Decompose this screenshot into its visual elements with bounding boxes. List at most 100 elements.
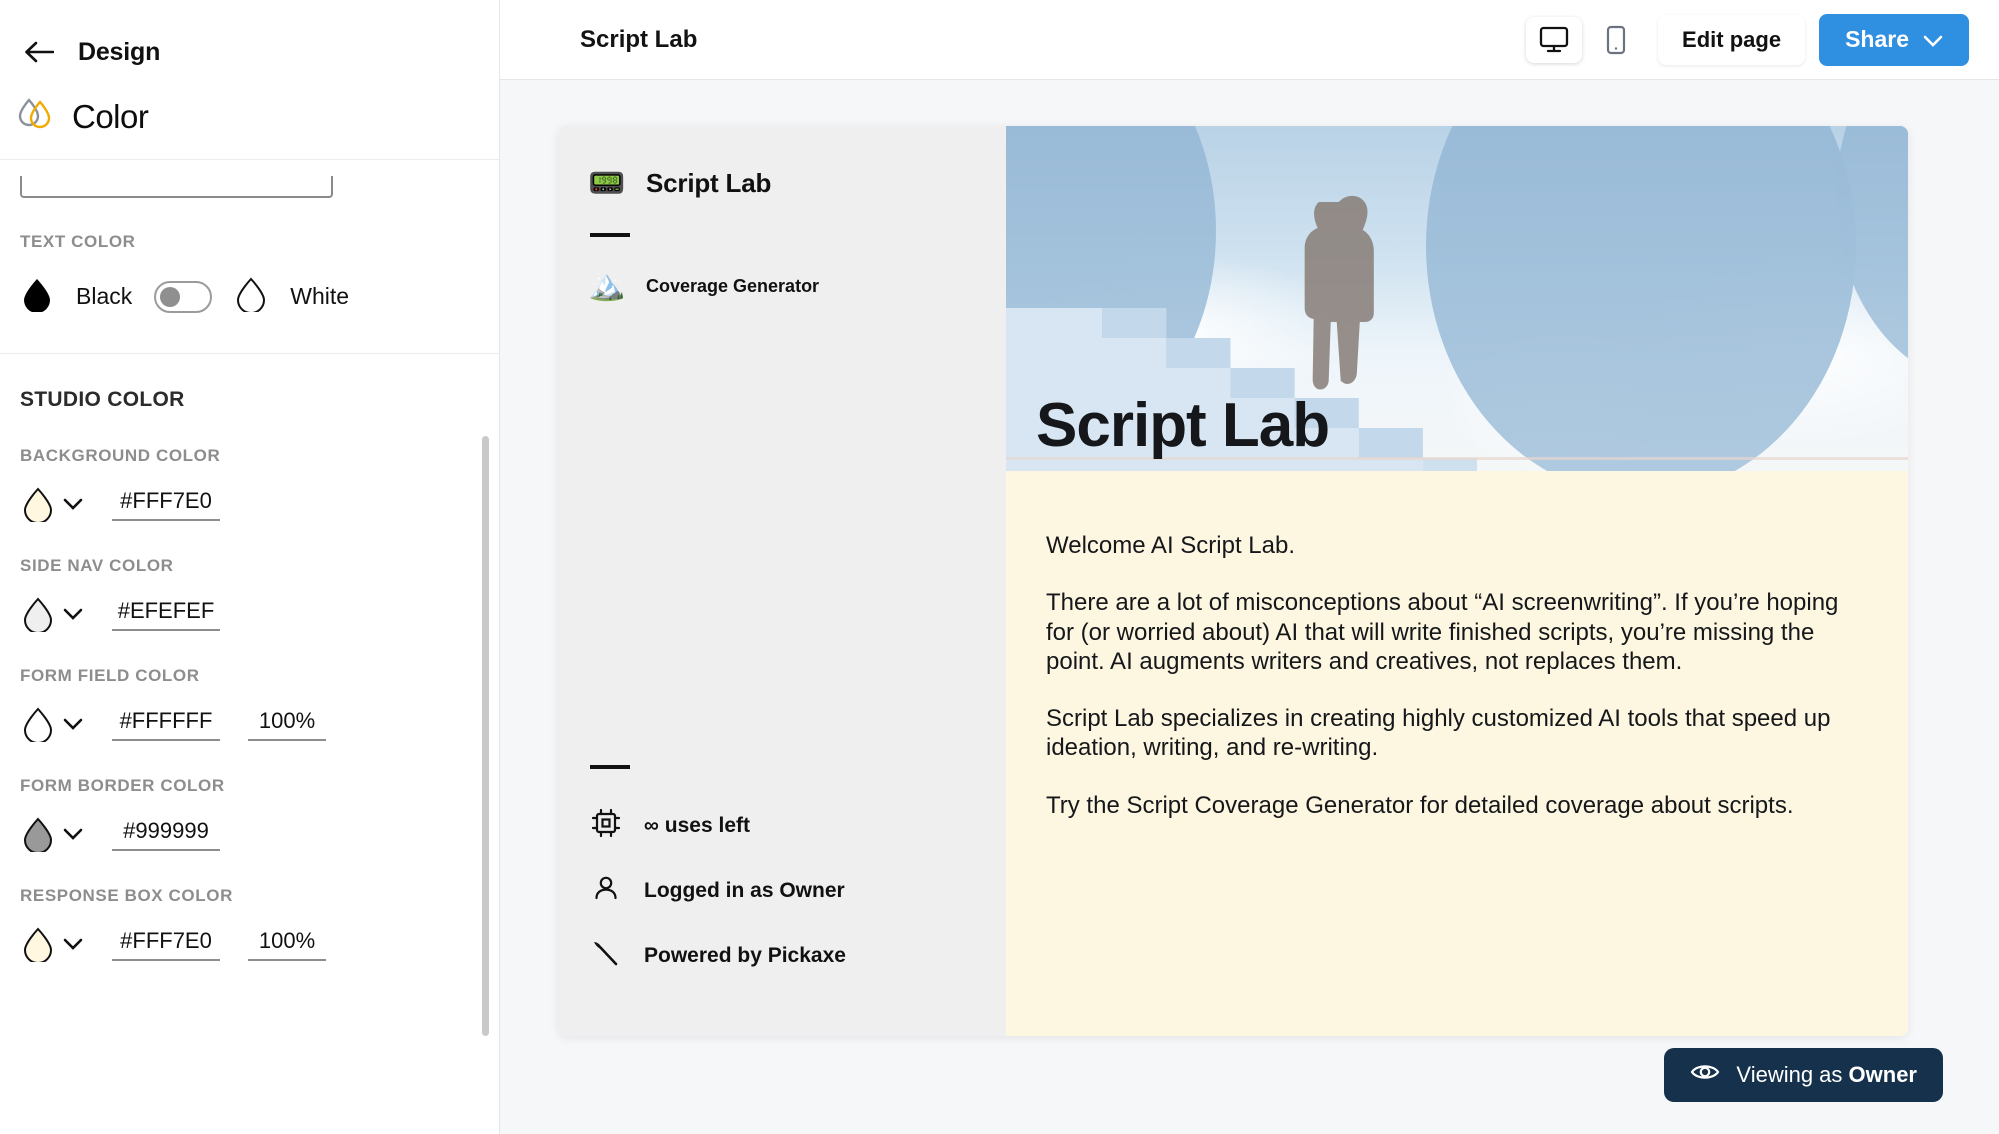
uses-chip-icon: [590, 807, 622, 844]
sidebar-item-coverage-generator[interactable]: 🏔️ Coverage Generator: [558, 261, 1006, 311]
sidebar-item-label: Script Lab: [646, 168, 771, 199]
field-label: FORM BORDER COLOR: [20, 776, 479, 796]
color-field-group: SIDE NAV COLOR #EFEFEF: [20, 556, 479, 632]
color-field-group: BACKGROUND COLOR #FFF7E0: [20, 446, 479, 522]
toggle-knob: [160, 287, 180, 307]
body-paragraph: Script Lab specializes in creating highl…: [1046, 704, 1852, 763]
opacity-input[interactable]: 100%: [248, 928, 326, 961]
body-paragraph: There are a lot of misconceptions about …: [1046, 588, 1852, 676]
viewing-as-text: Viewing as Owner: [1736, 1062, 1917, 1088]
studio-side-nav: 📟 Script Lab 🏔️ Coverage Generator: [558, 126, 1006, 1036]
pickaxe-icon: [590, 937, 622, 974]
eye-icon: [1690, 1061, 1720, 1089]
text-color-white-label: White: [290, 283, 349, 310]
panel-header: Design: [0, 0, 499, 80]
share-button[interactable]: Share: [1819, 14, 1969, 66]
header-divider: [0, 159, 499, 160]
nav-divider-rule: [590, 233, 630, 237]
viewing-as-role: Owner: [1849, 1062, 1917, 1087]
hero-banner: Script Lab: [1006, 126, 1908, 471]
app-title: Script Lab: [580, 26, 697, 54]
color-drops-logo-icon: [16, 96, 56, 137]
typewriter-icon: 📟: [588, 169, 626, 199]
logged-in-label: Logged in as Owner: [644, 879, 845, 903]
field-label: FORM FIELD COLOR: [20, 666, 479, 686]
black-drop-icon: [20, 276, 54, 317]
panel-scrollbar-thumb[interactable]: [482, 436, 489, 1036]
color-swatch-icon[interactable]: [20, 486, 56, 522]
hex-input[interactable]: #999999: [112, 818, 220, 851]
color-field-group: RESPONSE BOX COLOR #FFF7E0 100%: [20, 886, 479, 962]
viewing-as-badge[interactable]: Viewing as Owner: [1664, 1048, 1943, 1102]
hex-input[interactable]: #FFFFFF: [112, 708, 220, 741]
studio-content-body: Welcome AI Script Lab. There are a lot o…: [1006, 471, 1908, 1036]
design-editor-window: Design Color TEXT COLOR: [0, 0, 1999, 1134]
color-swatch-icon[interactable]: [20, 596, 56, 632]
hero-figure: [1305, 196, 1374, 390]
preview-area: Script Lab: [500, 0, 1999, 1134]
text-color-label: TEXT COLOR: [20, 232, 479, 252]
chevron-down-icon: [1923, 26, 1943, 53]
color-field-group: FORM FIELD COLOR #FFFFFF 100%: [20, 666, 479, 742]
color-section-title: Color: [72, 98, 148, 136]
field-label: RESPONSE BOX COLOR: [20, 886, 479, 906]
body-paragraph: Try the Script Coverage Generator for de…: [1046, 791, 1852, 820]
color-field-row: #FFFFFF 100%: [20, 706, 479, 742]
mountain-icon: 🏔️: [588, 271, 626, 301]
studio-color-section: STUDIO COLOR BACKGROUND COLOR #FFF: [0, 388, 499, 962]
back-arrow-icon[interactable]: [22, 35, 56, 69]
studio-color-label: STUDIO COLOR: [20, 388, 479, 412]
color-field-row: #FFF7E0: [20, 486, 479, 522]
color-swatch-icon[interactable]: [20, 816, 56, 852]
side-nav-footer: ∞ uses left Logged in as Owner: [558, 741, 1006, 1036]
opacity-input[interactable]: 100%: [248, 708, 326, 741]
chevron-down-icon[interactable]: [56, 828, 90, 840]
chevron-down-icon[interactable]: [56, 718, 90, 730]
panel-scrollbar[interactable]: [482, 436, 489, 1036]
mobile-icon[interactable]: [1588, 17, 1644, 63]
hex-input[interactable]: #FFF7E0: [112, 928, 220, 961]
text-color-toggle-row: Black White: [20, 276, 479, 317]
settings-scroll-region[interactable]: TEXT COLOR Black: [0, 176, 499, 1134]
color-field-group: FORM BORDER COLOR #999999: [20, 776, 479, 852]
desktop-icon[interactable]: [1526, 17, 1582, 63]
text-color-black-label: Black: [76, 283, 132, 310]
page-title: Design: [78, 38, 160, 67]
color-field-row: #FFF7E0 100%: [20, 926, 479, 962]
powered-by-label: Powered by Pickaxe: [644, 944, 846, 968]
edit-page-label: Edit page: [1682, 27, 1781, 53]
footer-divider-rule: [590, 765, 630, 769]
uses-left-row[interactable]: ∞ uses left: [558, 793, 1006, 858]
powered-by-row[interactable]: Powered by Pickaxe: [558, 923, 1006, 988]
color-field-row: #EFEFEF: [20, 596, 479, 632]
body-paragraph: Welcome AI Script Lab.: [1046, 531, 1852, 560]
design-settings-panel: Design Color TEXT COLOR: [0, 0, 500, 1134]
viewing-as-prefix: Viewing as: [1736, 1062, 1848, 1087]
color-swatch-icon[interactable]: [20, 706, 56, 742]
color-section-header: Color: [0, 80, 499, 159]
top-toolbar: Script Lab: [500, 0, 1999, 80]
studio-divider: [0, 353, 499, 354]
preview-canvas: 📟 Script Lab 🏔️ Coverage Generator: [500, 80, 1999, 1134]
previous-field-clipped[interactable]: [20, 176, 333, 198]
person-icon: [590, 872, 622, 909]
sidebar-item-label: Coverage Generator: [646, 276, 819, 297]
device-preview-toggle: [1526, 17, 1644, 63]
hero-title: Script Lab: [1036, 395, 1329, 457]
studio-main-column: Script Lab Welcome AI Script Lab. There …: [1006, 126, 1908, 1036]
logged-in-row[interactable]: Logged in as Owner: [558, 858, 1006, 923]
chevron-down-icon[interactable]: [56, 938, 90, 950]
chevron-down-icon[interactable]: [56, 498, 90, 510]
color-swatch-icon[interactable]: [20, 926, 56, 962]
sidebar-item-script-lab[interactable]: 📟 Script Lab: [558, 158, 1006, 209]
text-color-section: TEXT COLOR Black: [0, 232, 499, 317]
field-label: SIDE NAV COLOR: [20, 556, 479, 576]
text-color-toggle[interactable]: [154, 281, 212, 313]
share-label: Share: [1845, 26, 1909, 53]
edit-page-button[interactable]: Edit page: [1658, 15, 1805, 65]
toolbar-actions: Edit page Share: [1526, 14, 1969, 66]
color-field-row: #999999: [20, 816, 479, 852]
hex-input[interactable]: #FFF7E0: [112, 488, 220, 521]
chevron-down-icon[interactable]: [56, 608, 90, 620]
hex-input[interactable]: #EFEFEF: [112, 598, 220, 631]
